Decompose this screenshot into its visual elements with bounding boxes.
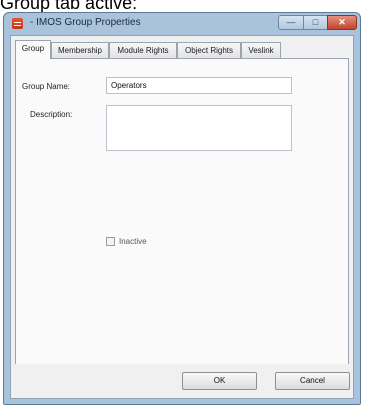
app-icon bbox=[12, 18, 23, 29]
tab-group[interactable]: Group bbox=[15, 40, 51, 59]
tab-module-rights[interactable]: Module Rights bbox=[109, 42, 177, 58]
inactive-label: Inactive bbox=[119, 237, 147, 246]
inactive-checkbox[interactable] bbox=[106, 237, 115, 246]
cancel-button[interactable]: Cancel bbox=[275, 372, 350, 390]
description-textarea[interactable] bbox=[106, 105, 292, 151]
maximize-button[interactable]: □ bbox=[303, 15, 328, 30]
button-bar: OK Cancel bbox=[11, 364, 353, 398]
group-tab-panel: Group Name: Description: Inactive bbox=[15, 58, 349, 366]
tab-veslink[interactable]: Veslink bbox=[241, 42, 281, 58]
group-name-input[interactable] bbox=[106, 77, 292, 94]
minimize-button[interactable]: — bbox=[278, 15, 304, 30]
ok-button[interactable]: OK bbox=[182, 372, 257, 390]
close-button[interactable]: ✕ bbox=[327, 15, 357, 30]
group-name-label: Group Name: bbox=[22, 82, 71, 91]
description-label: Description: bbox=[30, 110, 73, 119]
tab-membership[interactable]: Membership bbox=[51, 42, 109, 58]
tab-object-rights[interactable]: Object Rights bbox=[177, 42, 241, 58]
dialog-body: Group Membership Module Rights Object Ri… bbox=[10, 35, 354, 399]
title-bar[interactable]: - IMOS Group Properties — □ ✕ bbox=[4, 13, 360, 35]
window-title: - IMOS Group Properties bbox=[30, 17, 141, 28]
group-properties-window: - IMOS Group Properties — □ ✕ Group Memb… bbox=[3, 12, 361, 405]
